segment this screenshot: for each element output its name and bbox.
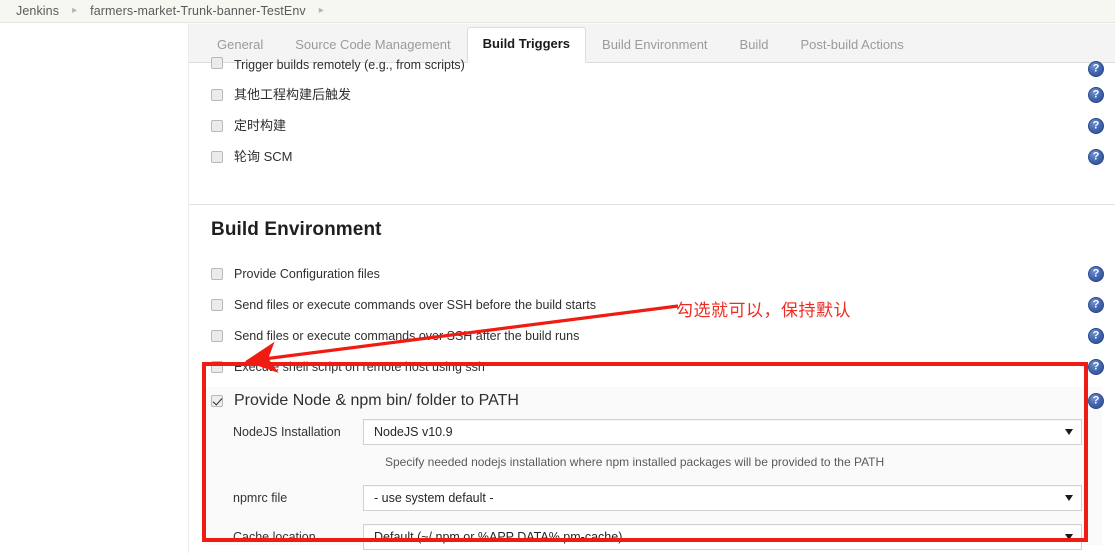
field-control: - use system default - — [363, 485, 1102, 511]
field-label-cache-location: Cache location — [233, 530, 316, 544]
config-panel: General Source Code Management Build Tri… — [189, 23, 1115, 553]
checkbox-ssh-before-build[interactable] — [211, 299, 223, 311]
nodejs-settings-block: Provide Node & npm bin/ folder to PATH N… — [204, 387, 1102, 550]
hint-text-nodejs-installation: Specify needed nodejs installation where… — [385, 455, 885, 469]
select-value: - use system default - — [374, 491, 494, 505]
tab-build-triggers[interactable]: Build Triggers — [466, 27, 587, 63]
checkbox-row-ssh-before-build[interactable]: Send files or execute commands over SSH … — [189, 290, 1115, 320]
checkbox-label: Trigger builds remotely (e.g., from scri… — [234, 58, 465, 72]
help-icon-glyph: ? — [1092, 62, 1100, 74]
field-row-npmrc-file: npmrc file - use system default - — [204, 481, 1102, 515]
field-row-nodejs-installation: NodeJS Installation NodeJS v10.9 — [204, 415, 1102, 449]
checkbox-other-projects-trigger[interactable] — [211, 89, 223, 101]
page-body: General Source Code Management Build Tri… — [0, 23, 1115, 553]
select-value: NodeJS v10.9 — [374, 425, 453, 439]
chevron-down-icon — [1065, 429, 1073, 435]
help-icon-glyph: ? — [1092, 298, 1100, 310]
breadcrumb: Jenkins ▸ farmers-market-Trunk-banner-Te… — [0, 0, 1115, 23]
help-icon-glyph: ? — [1092, 150, 1100, 162]
field-label-nodejs-installation: NodeJS Installation — [233, 425, 341, 439]
checkbox-trigger-builds-remotely[interactable] — [211, 57, 223, 69]
checkbox-label: 定时构建 — [234, 118, 287, 133]
sidebar-region — [0, 23, 189, 553]
help-icon[interactable]: ? — [1088, 266, 1104, 282]
checkbox-row-other-projects-trigger[interactable]: 其他工程构建后触发 — [189, 80, 1115, 110]
field-control: NodeJS v10.9 — [363, 419, 1102, 445]
checkbox-row-provide-configuration-files[interactable]: Provide Configuration files — [189, 259, 1115, 289]
chevron-right-icon-trailing[interactable]: ▸ — [319, 5, 324, 16]
checkbox-row-poll-scm[interactable]: 轮询 SCM — [189, 142, 1115, 172]
breadcrumb-item-jenkins[interactable]: Jenkins — [16, 4, 59, 18]
checkbox-row-ssh-after-build[interactable]: Send files or execute commands over SSH … — [189, 321, 1115, 351]
field-control: Default (~/.npm or %APP DATA% pm-cache) — [363, 524, 1102, 550]
help-icon[interactable]: ? — [1088, 359, 1104, 375]
field-label-npmrc-file: npmrc file — [233, 491, 288, 505]
checkbox-provide-configuration-files[interactable] — [211, 268, 223, 280]
help-icon[interactable]: ? — [1088, 87, 1104, 103]
checkbox-ssh-after-build[interactable] — [211, 330, 223, 342]
checkbox-label: 轮询 SCM — [234, 149, 293, 164]
checkbox-label: Send files or execute commands over SSH … — [234, 298, 596, 312]
select-value: Default (~/.npm or %APP DATA% pm-cache) — [374, 530, 623, 544]
help-icon[interactable]: ? — [1088, 328, 1104, 344]
checkbox-row-provide-node-npm-path[interactable]: Provide Node & npm bin/ folder to PATH — [204, 387, 1102, 415]
checkbox-label: Execute shell script on remote host usin… — [234, 360, 485, 374]
checkbox-row-trigger-builds-remotely[interactable]: Trigger builds remotely (e.g., from scri… — [189, 57, 1115, 81]
select-nodejs-installation[interactable]: NodeJS v10.9 — [363, 419, 1082, 445]
checkbox-row-execute-shell-remote-host[interactable]: Execute shell script on remote host usin… — [189, 352, 1115, 382]
checkbox-scheduled-build[interactable] — [211, 120, 223, 132]
chevron-down-icon — [1065, 495, 1073, 501]
checkbox-label: Provide Node & npm bin/ folder to PATH — [234, 392, 519, 409]
checkbox-poll-scm[interactable] — [211, 151, 223, 163]
config-form-scroll-area[interactable]: Trigger builds remotely (e.g., from scri… — [189, 57, 1115, 553]
screen-root: Jenkins ▸ farmers-market-Trunk-banner-Te… — [0, 0, 1115, 553]
help-icon-glyph: ? — [1092, 119, 1100, 131]
help-icon[interactable]: ? — [1088, 61, 1104, 77]
help-icon[interactable]: ? — [1088, 118, 1104, 134]
section-divider — [189, 204, 1115, 205]
select-cache-location[interactable]: Default (~/.npm or %APP DATA% pm-cache) — [363, 524, 1082, 550]
breadcrumb-item-job[interactable]: farmers-market-Trunk-banner-TestEnv — [90, 4, 306, 18]
checkbox-label: 其他工程构建后触发 — [234, 87, 352, 102]
chevron-down-icon — [1065, 534, 1073, 540]
select-npmrc-file[interactable]: - use system default - — [363, 485, 1082, 511]
help-icon[interactable]: ? — [1088, 297, 1104, 313]
help-icon-glyph: ? — [1092, 394, 1100, 406]
hint-row-nodejs-installation: Specify needed nodejs installation where… — [204, 449, 1102, 475]
checkbox-execute-shell-remote-host[interactable] — [211, 361, 223, 373]
help-icon-glyph: ? — [1092, 329, 1100, 341]
section-title-build-environment: Build Environment — [211, 219, 382, 240]
checkbox-row-scheduled-build[interactable]: 定时构建 — [189, 111, 1115, 141]
help-icon-glyph: ? — [1092, 360, 1100, 372]
checkbox-label: Provide Configuration files — [234, 267, 380, 281]
help-icon[interactable]: ? — [1088, 149, 1104, 165]
help-icon[interactable]: ? — [1088, 393, 1104, 409]
checkbox-label: Send files or execute commands over SSH … — [234, 329, 580, 343]
chevron-right-icon: ▸ — [72, 4, 78, 16]
help-icon-glyph: ? — [1092, 267, 1100, 279]
help-icon-glyph: ? — [1092, 88, 1100, 100]
field-row-cache-location: Cache location Default (~/.npm or %APP D… — [204, 520, 1102, 553]
checkbox-provide-node-npm-path[interactable] — [211, 395, 223, 407]
